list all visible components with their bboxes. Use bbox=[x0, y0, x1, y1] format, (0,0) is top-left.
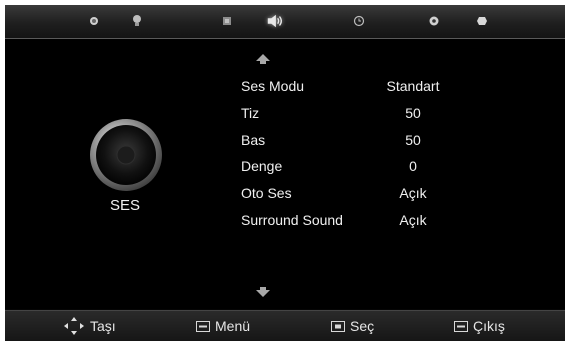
channel-icon[interactable] bbox=[218, 12, 236, 30]
menu-item-label: Denge bbox=[241, 158, 283, 175]
menu-item-value: 50 bbox=[405, 104, 421, 121]
lightbulb-icon[interactable] bbox=[128, 12, 146, 30]
dpad-icon bbox=[63, 316, 85, 336]
ok-key-icon bbox=[331, 320, 345, 332]
settings-icon[interactable] bbox=[425, 12, 443, 30]
menu-item-label: Surround Sound bbox=[241, 211, 343, 228]
scroll-up-icon[interactable] bbox=[255, 53, 271, 65]
select-label: Seç bbox=[350, 318, 375, 334]
menu-item-ses-modu[interactable]: Ses Modu Standart bbox=[241, 73, 481, 100]
menu-item-label: Tiz bbox=[241, 104, 260, 121]
scroll-down-icon[interactable] bbox=[255, 286, 271, 298]
top-tab-bar bbox=[5, 5, 565, 39]
source-icon[interactable] bbox=[473, 12, 491, 30]
picture-icon[interactable] bbox=[85, 12, 103, 30]
clock-icon[interactable] bbox=[350, 12, 368, 30]
speaker-icon[interactable] bbox=[266, 12, 284, 30]
menu-hint: Menü bbox=[196, 311, 250, 341]
menu-key-icon bbox=[196, 320, 210, 332]
exit-key-icon bbox=[454, 320, 468, 332]
menu-item-tiz[interactable]: Tiz 50 bbox=[241, 100, 481, 127]
menu-item-label: Ses Modu bbox=[241, 78, 305, 94]
sound-settings-list: Ses Modu Standart Tiz 50 Bas 50 Denge 0 … bbox=[241, 73, 481, 234]
speaker-icon bbox=[90, 119, 162, 191]
menu-item-value: Standart bbox=[386, 78, 440, 94]
menu-item-value: Açık bbox=[399, 211, 427, 228]
menu-item-oto-ses[interactable]: Oto Ses Açık bbox=[241, 180, 481, 207]
menu-item-denge[interactable]: Denge 0 bbox=[241, 153, 481, 180]
move-hint: Taşı bbox=[63, 311, 116, 341]
section-label: SES bbox=[109, 197, 140, 214]
exit-label: Çıkış bbox=[473, 318, 505, 334]
menu-item-label: Bas bbox=[241, 131, 266, 148]
menu-item-value: Açık bbox=[399, 185, 427, 202]
footer-hint-bar: Taşı Menü Seç Çıkış bbox=[5, 310, 565, 341]
select-hint: Seç bbox=[331, 311, 374, 341]
menu-item-bas[interactable]: Bas 50 bbox=[241, 127, 481, 154]
menu-label: Menü bbox=[215, 318, 251, 334]
sound-menu-panel: SES Ses Modu Standart Tiz 50 Bas 50 Deng… bbox=[5, 39, 565, 309]
menu-item-surround-sound[interactable]: Surround Sound Açık bbox=[241, 207, 481, 234]
exit-hint: Çıkış bbox=[454, 311, 505, 341]
menu-item-value: 50 bbox=[405, 131, 421, 148]
menu-item-value: 0 bbox=[409, 158, 417, 175]
menu-item-label: Oto Ses bbox=[241, 185, 292, 202]
move-label: Taşı bbox=[90, 318, 116, 334]
tv-menu-screen: SES Ses Modu Standart Tiz 50 Bas 50 Deng… bbox=[5, 5, 565, 341]
